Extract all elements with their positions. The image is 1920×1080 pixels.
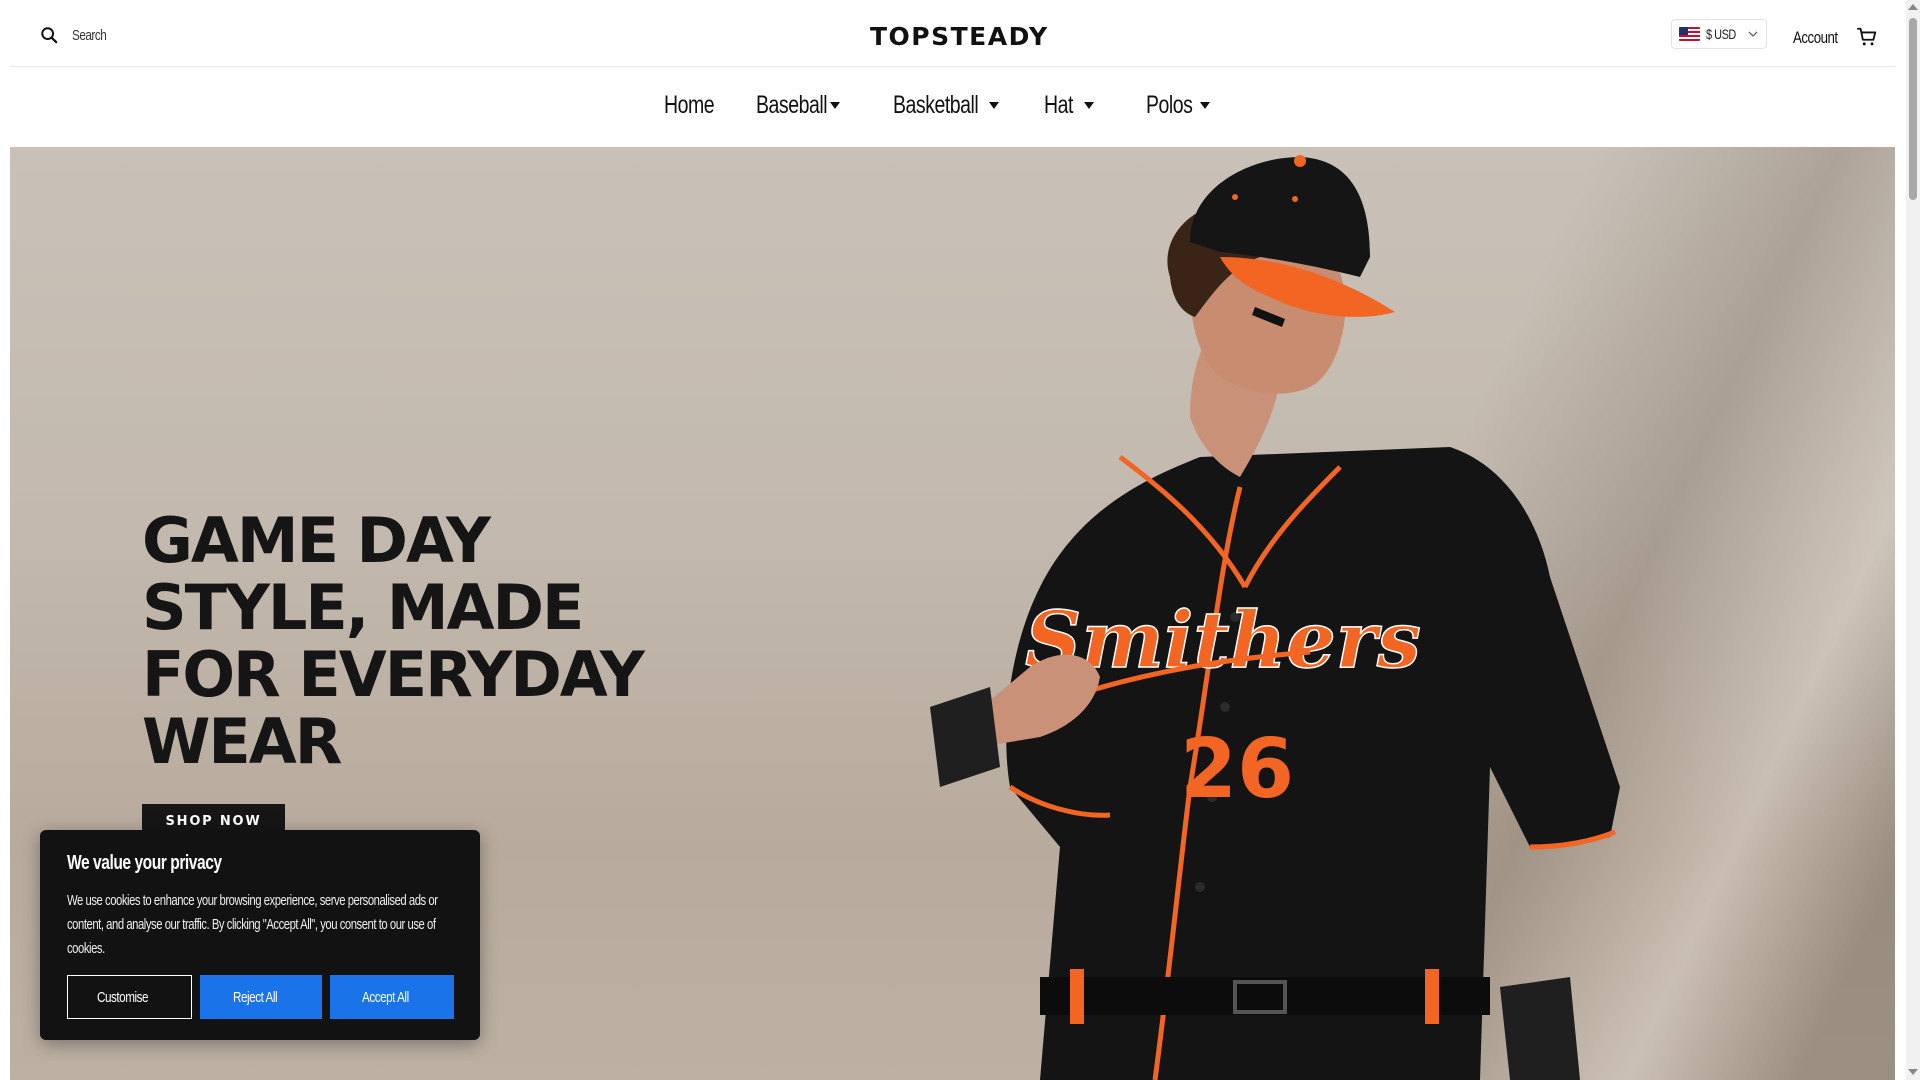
top-header: Search TOPSTEADY $ USD Account	[10, 0, 1895, 67]
reject-all-button[interactable]: Reject All	[200, 975, 322, 1019]
nav-item-baseball[interactable]: Baseball	[756, 91, 840, 120]
nav-label: Hat	[1044, 91, 1073, 119]
nav-label: Basketball	[893, 91, 979, 119]
scroll-down-arrow-icon[interactable]	[1908, 1069, 1918, 1075]
accept-label: Accept All	[362, 988, 409, 1006]
scrollbar-thumb[interactable]	[1909, 18, 1917, 200]
hero-model-image: Smithers 26	[930, 155, 1620, 1080]
currency-selector[interactable]: $ USD	[1671, 19, 1767, 49]
currency-label: $ USD	[1706, 26, 1736, 42]
nav-item-hat[interactable]: Hat	[1044, 91, 1094, 120]
nav-label: Polos	[1146, 91, 1193, 119]
customise-button[interactable]: Customise	[67, 975, 192, 1019]
cookie-consent-banner: We value your privacy We use cookies to …	[40, 830, 480, 1040]
accept-all-button[interactable]: Accept All	[330, 975, 454, 1019]
account-link[interactable]: Account	[1793, 28, 1838, 48]
nav-label: Baseball	[756, 91, 828, 119]
search-placeholder: Search	[72, 26, 107, 44]
nav-item-basketball[interactable]: Basketball	[893, 91, 999, 120]
nav-item-polos[interactable]: Polos	[1146, 91, 1210, 120]
cart-icon[interactable]	[1856, 26, 1878, 48]
customise-label: Customise	[96, 988, 149, 1006]
search-icon	[41, 27, 58, 44]
hero-headline-line: STYLE, MADE	[142, 571, 584, 644]
hero-headline-line: FOR EVERYDAY	[142, 638, 645, 711]
hero-headline: GAME DAY STYLE, MADE FOR EVERYDAY WEAR	[142, 507, 702, 775]
us-flag-icon	[1679, 27, 1700, 41]
search-input[interactable]: Search	[40, 26, 116, 44]
cookie-title: We value your privacy	[67, 852, 222, 874]
hero-headline-line: WEAR	[142, 705, 342, 778]
nav-item-home[interactable]: Home	[664, 91, 728, 120]
nav-label: Home	[664, 91, 715, 119]
reject-label: Reject All	[232, 988, 278, 1006]
caret-down-icon	[1200, 102, 1210, 109]
scroll-up-arrow-icon[interactable]	[1908, 4, 1918, 10]
page-scrollbar[interactable]	[1906, 0, 1920, 1080]
caret-down-icon	[830, 102, 840, 109]
cookie-body: We use cookies to enhance your browsing …	[67, 893, 438, 957]
hero-headline-line: GAME DAY	[142, 504, 491, 577]
jersey-number: 26	[1180, 722, 1294, 817]
caret-down-icon	[989, 102, 999, 109]
main-navigation: Home Baseball Basketball Hat Polos	[10, 67, 1895, 147]
caret-down-icon	[1084, 102, 1094, 109]
chevron-down-icon	[1748, 31, 1758, 37]
store-logo[interactable]: TOPSTEADY	[870, 22, 1049, 51]
